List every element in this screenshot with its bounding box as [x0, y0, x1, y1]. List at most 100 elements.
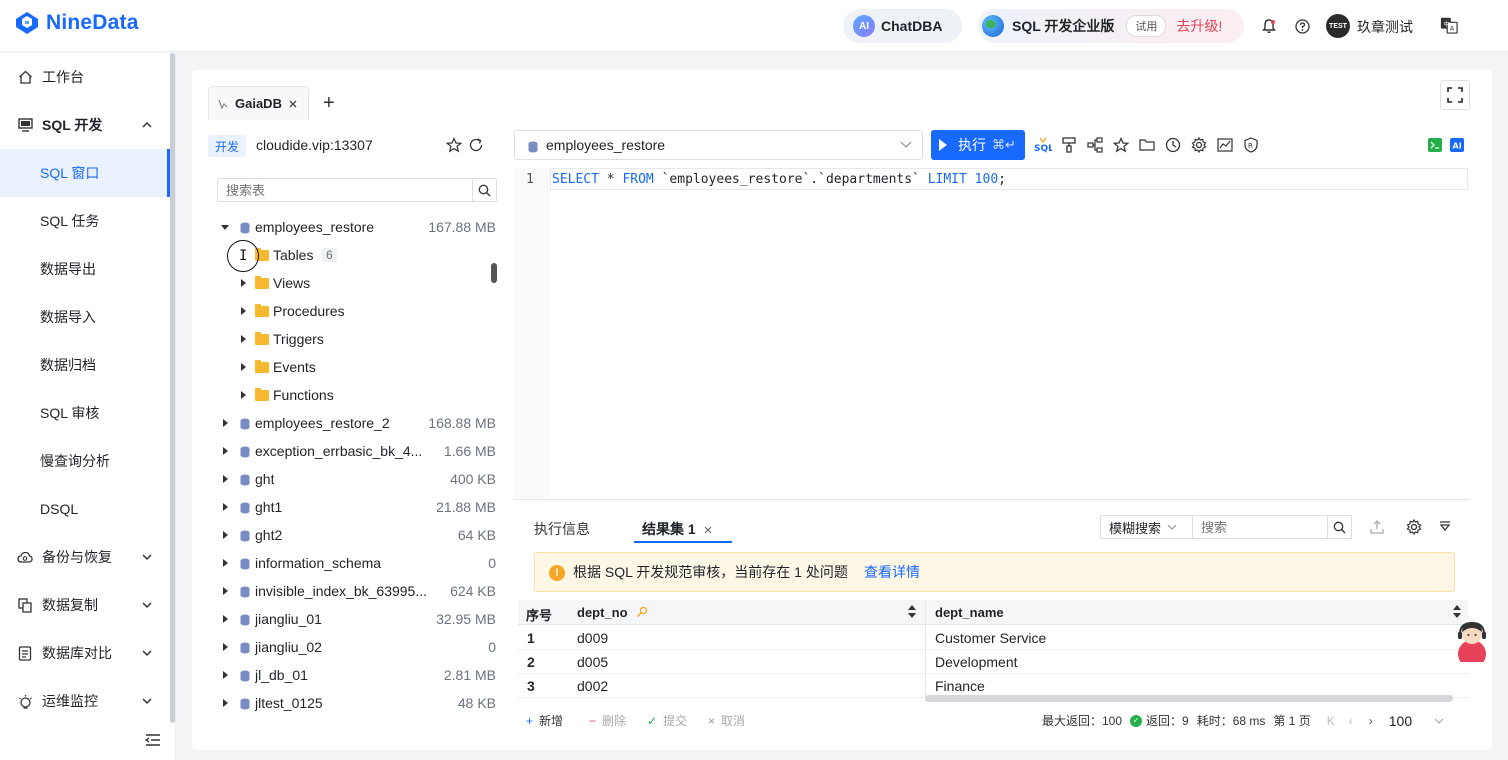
next-page-icon[interactable]: › — [1369, 714, 1373, 728]
run-button[interactable]: 执行 ⌘↵ — [931, 130, 1025, 160]
caret-right-icon[interactable] — [220, 418, 230, 428]
sidebar-item-backup[interactable]: 备份与恢复 — [0, 533, 168, 581]
history-icon[interactable] — [1164, 136, 1182, 154]
caret-right-icon[interactable] — [220, 474, 230, 484]
result-search-input[interactable] — [1193, 516, 1327, 538]
tree-db-row[interactable]: jiangliu_02 0 — [218, 633, 498, 661]
page-size-value[interactable]: 100 — [1389, 713, 1412, 729]
tree-scrollbar[interactable] — [491, 263, 497, 283]
add-row-button[interactable]: + 新增 — [526, 712, 563, 729]
column-separator[interactable] — [925, 600, 926, 700]
sidebar-item-sql-dev[interactable]: SQL 开发 — [0, 101, 168, 149]
tree-db-row[interactable]: jiangliu_01 32.95 MB — [218, 605, 498, 633]
language-icon[interactable]: 中A — [1440, 16, 1458, 34]
row-index-cell[interactable]: 1 — [527, 630, 535, 646]
tree-db-row[interactable]: jl_db_01 2.81 MB — [218, 661, 498, 689]
dept-name-cell[interactable]: Finance — [935, 678, 985, 694]
caret-right-icon[interactable] — [220, 558, 230, 568]
caret-right-icon[interactable] — [238, 390, 248, 400]
first-page-icon[interactable]: K — [1327, 714, 1335, 728]
collapse-sidebar-icon[interactable] — [145, 733, 161, 747]
fullscreen-button[interactable] — [1440, 80, 1470, 110]
tree-folder-events[interactable]: Events — [218, 353, 498, 381]
upgrade-link[interactable]: 去升级! — [1176, 16, 1222, 36]
column-header-dept-name[interactable]: dept_name — [935, 605, 1004, 620]
dept-no-cell[interactable]: d005 — [577, 654, 608, 670]
chevron-down-icon[interactable] — [1434, 717, 1444, 725]
sort-icon[interactable] — [908, 605, 916, 621]
caret-right-icon[interactable] — [220, 446, 230, 456]
caret-right-icon[interactable] — [220, 642, 230, 652]
prev-page-icon[interactable]: ‹ — [1349, 714, 1353, 728]
delete-row-button[interactable]: − 删除 — [589, 712, 626, 729]
sql-format-icon[interactable]: SQL — [1034, 136, 1052, 154]
share-icon[interactable] — [1086, 136, 1104, 154]
tree-folder-procedures[interactable]: Procedures — [218, 297, 498, 325]
sidebar-item-data-export[interactable]: 数据导出 — [0, 245, 168, 293]
gear-icon[interactable] — [1406, 518, 1422, 538]
table-search-input[interactable] — [218, 179, 473, 201]
tree-db-row[interactable]: ght 400 KB — [218, 465, 498, 493]
star-icon[interactable] — [1112, 136, 1130, 154]
search-mode-select[interactable]: 模糊搜索 — [1100, 515, 1192, 539]
help-icon[interactable] — [1293, 17, 1311, 35]
ninedata-logo[interactable]: NineData — [14, 10, 139, 36]
sidebar-item-replication[interactable]: 数据复制 — [0, 581, 168, 629]
sidebar-item-workbench[interactable]: 工作台 — [0, 53, 168, 101]
sidebar-item-sql-window[interactable]: SQL 窗口 — [0, 149, 170, 197]
commit-button[interactable]: ✓ 提交 — [647, 712, 687, 729]
tab-exec-info[interactable]: 执行信息 — [534, 519, 590, 539]
chart-icon[interactable] — [1216, 136, 1234, 154]
gear-icon[interactable] — [1190, 136, 1208, 154]
sidebar-item-db-compare[interactable]: 数据库对比 — [0, 629, 168, 677]
chatdba-button[interactable]: AI ChatDBA — [843, 9, 962, 43]
ai-assistant-icon[interactable]: AI — [1448, 136, 1466, 154]
export-icon[interactable] — [1369, 519, 1385, 538]
tree-folder-triggers[interactable]: Triggers — [218, 325, 498, 353]
collapse-panel-icon[interactable] — [1438, 519, 1452, 535]
tree-db-row[interactable]: jltest_0125 48 KB — [218, 689, 498, 717]
support-assistant-icon[interactable] — [1452, 618, 1492, 662]
caret-right-icon[interactable] — [220, 586, 230, 596]
database-select[interactable]: employees_restore — [514, 130, 923, 160]
caret-right-icon[interactable] — [238, 278, 248, 288]
enterprise-edition-banner[interactable]: SQL 开发企业版 试用 去升级! — [978, 9, 1244, 43]
tree-folder-functions[interactable]: Functions — [218, 381, 498, 409]
terminal-icon[interactable] — [1426, 136, 1444, 154]
star-icon[interactable] — [445, 137, 463, 156]
close-icon[interactable] — [288, 99, 298, 109]
tab-gaiadb[interactable]: GaiaDB — [208, 86, 309, 120]
caret-right-icon[interactable] — [220, 698, 230, 708]
avatar[interactable]: TEST — [1326, 14, 1350, 38]
close-icon[interactable] — [703, 522, 713, 538]
caret-right-icon[interactable] — [220, 502, 230, 512]
column-header-dept-no[interactable]: dept_no — [577, 605, 628, 620]
sql-editor[interactable] — [514, 168, 1470, 498]
caret-right-icon[interactable] — [238, 334, 248, 344]
dept-name-cell[interactable]: Customer Service — [935, 630, 1046, 646]
tree-folder-views[interactable]: Views — [218, 269, 498, 297]
sidebar-item-dsql[interactable]: DSQL — [0, 485, 168, 533]
dept-name-cell[interactable]: Development — [935, 654, 1018, 670]
dept-no-cell[interactable]: d009 — [577, 630, 608, 646]
sql-code-line[interactable]: SELECT * FROM `employees_restore`.`depar… — [552, 172, 1006, 187]
sidebar-item-sql-task[interactable]: SQL 任务 — [0, 197, 168, 245]
results-divider[interactable] — [514, 499, 1470, 500]
bell-icon[interactable] — [1260, 17, 1278, 35]
shield-icon[interactable]: R — [1242, 136, 1260, 154]
cancel-button[interactable]: × 取消 — [708, 712, 745, 729]
horizontal-scrollbar[interactable] — [925, 695, 1453, 702]
caret-right-icon[interactable] — [220, 530, 230, 540]
sidebar-item-ops-monitor[interactable]: 运维监控 — [0, 677, 168, 725]
tab-result-set[interactable]: 结果集 1 — [642, 519, 696, 539]
view-details-link[interactable]: 查看详情 — [864, 562, 920, 582]
tree-db-row[interactable]: information_schema 0 — [218, 549, 498, 577]
row-index-cell[interactable]: 3 — [527, 678, 535, 694]
tree-folder-tables[interactable]: Tables 6 — [218, 241, 498, 269]
sidebar-item-slow-query[interactable]: 慢查询分析 — [0, 437, 168, 485]
user-name[interactable]: 玖章测试 — [1357, 17, 1413, 37]
row-index-cell[interactable]: 2 — [527, 654, 535, 670]
brush-icon[interactable] — [1060, 136, 1078, 154]
folder-icon[interactable] — [1138, 136, 1156, 154]
sidebar-scrollbar[interactable] — [170, 53, 175, 723]
